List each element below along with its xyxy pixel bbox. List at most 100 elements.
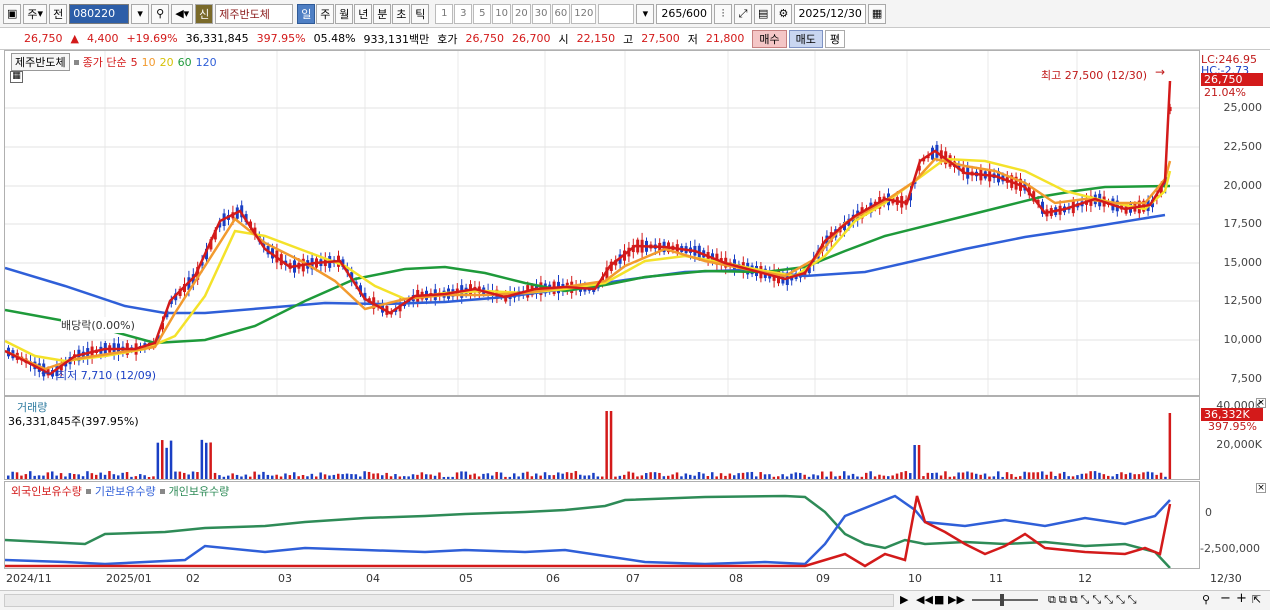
horizontal-scrollbar[interactable] <box>4 594 894 607</box>
sell-button[interactable]: 매도 <box>788 29 823 48</box>
volume-bar <box>147 476 151 479</box>
interval-120[interactable]: 120 <box>571 3 597 24</box>
stop-icon[interactable]: ■ <box>934 593 944 606</box>
period-day[interactable]: 일 <box>297 3 316 24</box>
volume-bar <box>561 473 564 479</box>
volume-bar <box>451 476 454 479</box>
volume-bar <box>152 476 155 479</box>
volume-bar <box>125 472 129 479</box>
volume-bar <box>389 476 393 479</box>
volume-bar <box>301 474 305 479</box>
volume-bar <box>1111 476 1114 479</box>
search-icon[interactable]: ⚲ <box>1202 593 1210 606</box>
volume-bar <box>530 476 534 479</box>
volume-bar <box>513 473 516 479</box>
volume-bar <box>1032 472 1035 479</box>
retail-holding-line <box>5 494 1171 568</box>
holding-close-icon[interactable]: × <box>1256 483 1266 493</box>
interval-1[interactable]: 1 <box>435 3 454 24</box>
volume-bar <box>821 471 824 479</box>
export-icon[interactable]: ⇱ <box>1252 593 1261 606</box>
prev-select[interactable]: 전 <box>49 3 68 24</box>
volume-bar <box>1093 471 1097 479</box>
code-dropdown-icon[interactable]: ▾ <box>131 3 150 24</box>
interval-60[interactable]: 60 <box>551 3 571 24</box>
volume-bar <box>240 476 243 479</box>
ytick: 12,500 <box>1223 294 1263 307</box>
volume-bar <box>785 476 789 479</box>
volume-close-icon[interactable]: × <box>1256 398 1266 408</box>
play-icon[interactable]: ▶ <box>900 593 908 606</box>
ask-price: 26,750 <box>465 32 505 45</box>
low-price: 21,800 <box>705 32 745 45</box>
volume-bar <box>235 474 239 479</box>
interval-custom-input[interactable] <box>598 3 635 24</box>
volume-bar <box>1133 474 1136 479</box>
volume-bar <box>328 475 331 479</box>
fast-forward-icon[interactable]: ▶▶ <box>948 593 965 606</box>
volume-bar <box>372 473 375 479</box>
holding-panel[interactable]: 외국인보유수량 기관보유수량 개인보유수량 <box>4 481 1200 569</box>
stock-code-input[interactable]: 080220 <box>69 3 130 24</box>
dividend-note: 배당락(0.00%) <box>61 317 135 333</box>
new-badge[interactable]: 신 <box>195 3 214 24</box>
interval-30[interactable]: 30 <box>531 3 551 24</box>
volume-bar <box>407 476 410 479</box>
volume-bar <box>86 471 89 479</box>
interval-10[interactable]: 10 <box>492 3 512 24</box>
period-month[interactable]: 월 <box>335 3 354 24</box>
volume-bar <box>117 475 120 479</box>
volume-bar <box>359 476 362 479</box>
date-field[interactable]: 2025/12/30 <box>794 3 866 24</box>
zoom-in-icon[interactable]: + <box>1236 591 1247 606</box>
pct-tag: 21.04% <box>1204 86 1246 99</box>
market-label: 주 <box>27 7 38 21</box>
market-select[interactable]: 주 ▾ <box>23 3 48 24</box>
volume-bar <box>966 471 969 479</box>
volume-bar <box>909 473 912 479</box>
volume-panel[interactable]: 거래량 36,331,845주(397.95%) <box>4 396 1200 480</box>
period-second[interactable]: 초 <box>392 3 411 24</box>
xtick: 06 <box>546 572 560 585</box>
period-year[interactable]: 년 <box>354 3 373 24</box>
volume-bar <box>1168 413 1172 479</box>
price-panel[interactable]: 제주반도체 종가 단순 5 10 20 60 120 ▦ 최고 2 <box>4 50 1200 396</box>
speaker-icon[interactable]: ◀▾ <box>171 3 194 24</box>
stock-name-field[interactable]: 제주반도체 <box>215 3 294 24</box>
save-icon[interactable]: ▤ <box>754 3 773 24</box>
candle-type-icon[interactable]: ⫶ <box>714 3 733 24</box>
buy-button[interactable]: 매수 <box>752 29 787 48</box>
window-icon[interactable]: ▣ <box>3 3 22 24</box>
interval-dropdown-icon[interactable]: ▾ <box>636 3 655 24</box>
tool-icons[interactable]: ⧉⧉⧉⤡⤡⤡⤡⤡ <box>1048 593 1140 607</box>
volume-bar <box>1137 474 1141 479</box>
period-minute[interactable]: 분 <box>373 3 392 24</box>
volume-bar <box>904 471 908 479</box>
volume-bar <box>178 471 182 479</box>
interval-3[interactable]: 3 <box>454 3 473 24</box>
volume-bar <box>1045 474 1048 479</box>
volume-bar <box>279 476 283 479</box>
volume-bar <box>1076 475 1079 479</box>
draw-tool-icon[interactable]: ⤢ <box>734 3 753 24</box>
period-tick[interactable]: 틱 <box>411 3 430 24</box>
xtick: 09 <box>816 572 830 585</box>
data-count-field[interactable]: 265/600 <box>656 3 713 24</box>
eval-button[interactable]: 평 <box>824 29 846 48</box>
zoom-slider-handle[interactable] <box>1000 594 1004 606</box>
volume-bar <box>90 473 94 479</box>
search-icon[interactable]: ⚲ <box>151 3 170 24</box>
period-week[interactable]: 주 <box>316 3 335 24</box>
zoom-slider[interactable] <box>972 599 1038 601</box>
volume-bar <box>807 476 811 479</box>
calendar-icon[interactable]: ▦ <box>867 3 887 24</box>
volume-bar <box>693 475 696 479</box>
volume-bar <box>293 472 296 479</box>
volume-bar <box>543 472 547 479</box>
interval-5[interactable]: 5 <box>473 3 492 24</box>
zoom-out-icon[interactable]: − <box>1220 591 1231 606</box>
volume-bar <box>1129 472 1132 479</box>
rewind-icon[interactable]: ◀◀ <box>916 593 933 606</box>
gear-icon[interactable]: ⚙ <box>774 3 793 24</box>
interval-20[interactable]: 20 <box>512 3 531 24</box>
